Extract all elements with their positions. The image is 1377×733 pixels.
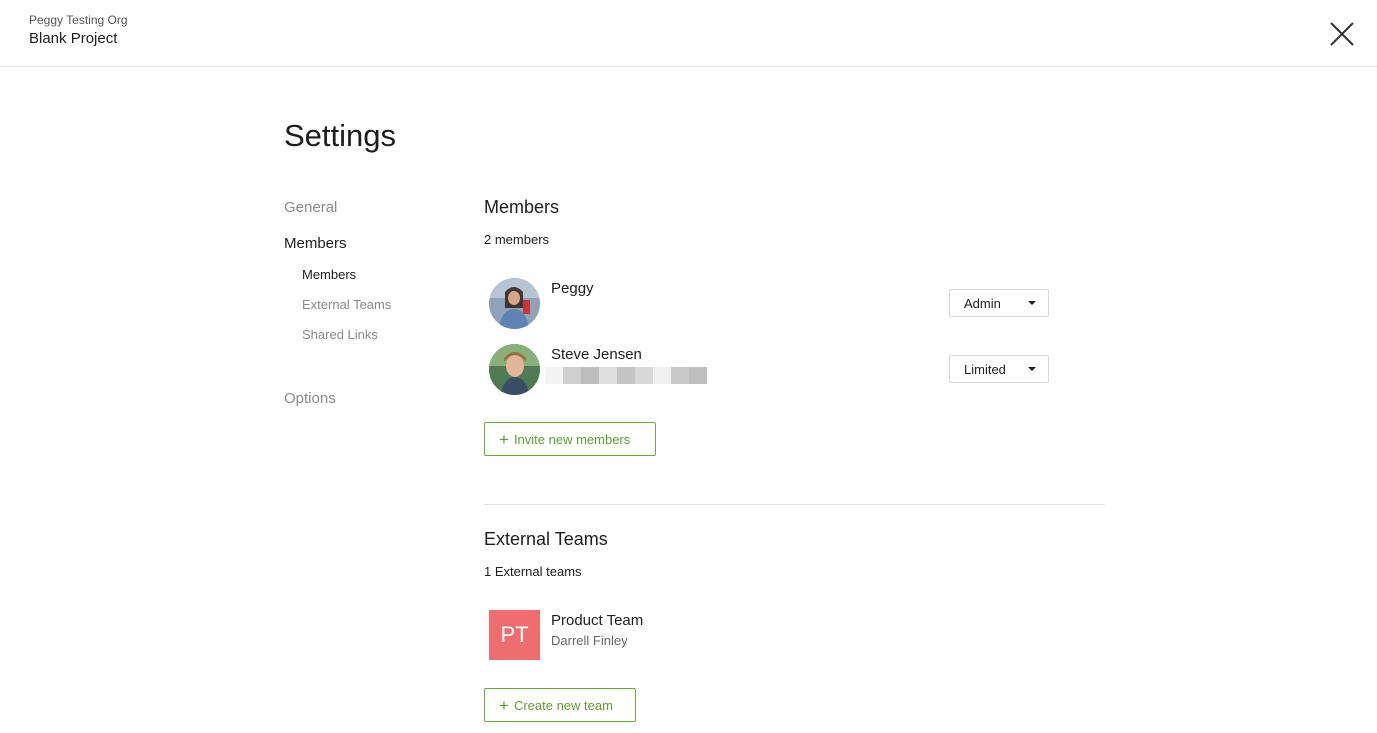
invite-members-label: Invite new members bbox=[513, 431, 631, 447]
caret-down-icon bbox=[1028, 301, 1036, 305]
caret-down-icon bbox=[1028, 367, 1036, 371]
org-name: Peggy Testing Org bbox=[29, 13, 128, 27]
sidebar-item-general[interactable]: General bbox=[284, 199, 337, 216]
role-select[interactable]: Admin bbox=[949, 289, 1049, 317]
avatar bbox=[489, 278, 540, 329]
external-teams-section-title: External Teams bbox=[484, 529, 608, 549]
role-select[interactable]: Limited bbox=[949, 355, 1049, 383]
page-title: Settings bbox=[284, 118, 397, 153]
team-avatar: PT bbox=[489, 610, 540, 660]
close-button[interactable] bbox=[1326, 18, 1358, 50]
role-select-value: Limited bbox=[964, 361, 1006, 377]
sidebar-subitem-external-teams[interactable]: External Teams bbox=[302, 297, 391, 312]
member-name: Peggy bbox=[551, 280, 594, 297]
close-icon bbox=[1330, 22, 1354, 46]
plus-icon: + bbox=[499, 695, 509, 715]
team-name[interactable]: Product Team bbox=[551, 612, 643, 629]
avatar bbox=[489, 344, 540, 395]
create-team-label: Create new team bbox=[513, 697, 613, 713]
sidebar-item-members[interactable]: Members bbox=[284, 235, 347, 252]
plus-icon: + bbox=[499, 429, 509, 449]
create-team-button[interactable]: + Create new team bbox=[484, 688, 636, 722]
members-count: 2 members bbox=[484, 232, 550, 247]
sidebar-subitem-shared-links[interactable]: Shared Links bbox=[302, 327, 378, 342]
project-name: Blank Project bbox=[29, 30, 118, 47]
sidebar-subitem-members[interactable]: Members bbox=[302, 267, 356, 282]
members-section-title: Members bbox=[484, 197, 560, 217]
top-bar: Peggy Testing Org Blank Project bbox=[0, 0, 1377, 67]
section-divider bbox=[484, 504, 1105, 505]
redacted-email bbox=[545, 367, 707, 384]
role-select-value: Admin bbox=[964, 295, 1001, 311]
external-teams-count: 1 External teams bbox=[484, 564, 582, 579]
invite-members-button[interactable]: + Invite new members bbox=[484, 422, 656, 456]
team-owner: Darrell Finley bbox=[551, 633, 628, 648]
sidebar-item-options[interactable]: Options bbox=[284, 390, 336, 407]
member-name: Steve Jensen bbox=[551, 346, 642, 363]
